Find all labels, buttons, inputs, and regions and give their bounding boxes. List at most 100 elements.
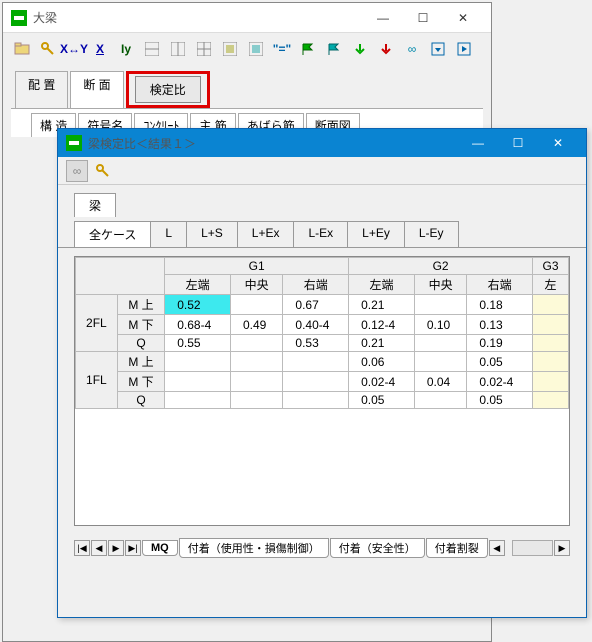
scroll-left-icon[interactable]: ◀ (489, 540, 505, 556)
cell[interactable]: 0.55 (165, 335, 231, 352)
iy-icon[interactable]: Iy (115, 38, 137, 60)
minimize-button[interactable]: — (363, 5, 403, 31)
cell[interactable]: 0.04 (414, 372, 466, 392)
cell[interactable] (533, 295, 569, 315)
close-button[interactable]: ✕ (443, 5, 483, 31)
results-table-container: G1 G2 G3 左端 中央 右端 左端 中央 右端 左 2FLM 上0.520… (74, 256, 570, 526)
cell[interactable]: 0.68-4 (165, 315, 231, 335)
tab-danmen[interactable]: 断 面 (70, 71, 123, 108)
sub-title-text: 梁検定比＜結果１＞ (88, 135, 458, 152)
cell[interactable] (165, 372, 231, 392)
maximize-button[interactable]: ☐ (403, 5, 443, 31)
cell[interactable] (283, 352, 349, 372)
sub-close-button[interactable]: ✕ (538, 130, 578, 156)
case-tab-ley[interactable]: L+Ey (347, 221, 405, 247)
x-icon[interactable]: X (89, 38, 111, 60)
cell[interactable] (533, 392, 569, 409)
sub-link-icon[interactable]: ∞ (66, 160, 88, 182)
nav-prev-icon[interactable]: ◀ (91, 540, 107, 556)
cell[interactable]: 0.21 (349, 295, 415, 315)
case-tab-l[interactable]: L (150, 221, 187, 247)
sub-minimize-button[interactable]: — (458, 130, 498, 156)
level1-tabs: 配 置 断 面 検定比 (3, 65, 491, 108)
btab-fuchaku3[interactable]: 付着割裂 (426, 538, 488, 558)
panel-down-icon[interactable] (427, 38, 449, 60)
cell[interactable]: 0.53 (283, 335, 349, 352)
case-tab-lex[interactable]: L+Ex (237, 221, 295, 247)
cell[interactable] (165, 392, 231, 409)
cell[interactable] (230, 352, 282, 372)
grid4-icon[interactable] (219, 38, 241, 60)
cell[interactable]: 0.13 (467, 315, 533, 335)
btab-mq[interactable]: MQ (142, 540, 178, 556)
flag-teal-icon[interactable] (323, 38, 345, 60)
tab-kenteihi[interactable]: 検定比 (135, 76, 201, 103)
table-row: 1FLM 上0.060.05 (76, 352, 569, 372)
cell[interactable] (230, 372, 282, 392)
link-icon[interactable]: ∞ (401, 38, 423, 60)
nav-next-icon[interactable]: ▶ (108, 540, 124, 556)
cell[interactable] (414, 335, 466, 352)
cell[interactable]: 0.05 (467, 392, 533, 409)
cell[interactable] (165, 352, 231, 372)
row-type-label: Q (117, 335, 165, 352)
cell[interactable] (533, 372, 569, 392)
cell[interactable]: 0.49 (230, 315, 282, 335)
cell[interactable] (533, 315, 569, 335)
cell[interactable] (230, 392, 282, 409)
table-row: Q0.55 0.530.21 0.19 (76, 335, 569, 352)
folder-icon[interactable] (11, 38, 33, 60)
cell[interactable] (533, 352, 569, 372)
case-tab-all[interactable]: 全ケース (74, 221, 151, 247)
cell[interactable] (414, 295, 466, 315)
cell[interactable]: 0.02-4 (349, 372, 415, 392)
cell[interactable] (283, 392, 349, 409)
cell[interactable]: 0.52 (165, 295, 231, 315)
cell[interactable] (230, 295, 282, 315)
panel-right-icon[interactable] (453, 38, 475, 60)
xy-arrow-icon[interactable]: X↔Y (63, 38, 85, 60)
cell[interactable]: 0.05 (467, 352, 533, 372)
sub-right2: 右端 (467, 275, 533, 295)
cell[interactable] (283, 372, 349, 392)
cell[interactable]: 0.05 (349, 392, 415, 409)
case-tab-ls[interactable]: L+S (186, 221, 238, 247)
cell[interactable]: 0.67 (283, 295, 349, 315)
tab-kenteihi-annotated: 検定比 (126, 71, 210, 108)
sub-window: 梁検定比＜結果１＞ — ☐ ✕ ∞ 梁 全ケース L L+S L+Ex L-Ex… (57, 128, 587, 618)
cell[interactable]: 0.12-4 (349, 315, 415, 335)
cell[interactable] (230, 335, 282, 352)
case-tab-l-ey[interactable]: L-Ey (404, 221, 459, 247)
cell[interactable]: 0.18 (467, 295, 533, 315)
equal-icon[interactable]: "=" (271, 38, 293, 60)
grid5-icon[interactable] (245, 38, 267, 60)
cell[interactable] (414, 352, 466, 372)
cell[interactable]: 0.19 (467, 335, 533, 352)
btab-fuchaku1[interactable]: 付着（使用性・損傷制御） (179, 538, 329, 558)
sub-key-icon[interactable] (92, 160, 114, 182)
cell[interactable]: 0.10 (414, 315, 466, 335)
cell[interactable] (533, 335, 569, 352)
tab-haichi[interactable]: 配 置 (15, 71, 68, 108)
sub-maximize-button[interactable]: ☐ (498, 130, 538, 156)
grid2-icon[interactable] (167, 38, 189, 60)
down-green-icon[interactable] (349, 38, 371, 60)
grid1-icon[interactable] (141, 38, 163, 60)
case-tab-l-ex[interactable]: L-Ex (293, 221, 348, 247)
grid3-icon[interactable] (193, 38, 215, 60)
cell[interactable]: 0.02-4 (467, 372, 533, 392)
nav-last-icon[interactable]: ▶| (125, 540, 141, 556)
tab-hari[interactable]: 梁 (74, 193, 116, 217)
h-scrollbar[interactable] (512, 540, 553, 556)
scroll-right-icon[interactable]: ▶ (554, 540, 570, 556)
row-type-label: M 上 (117, 352, 165, 372)
cell[interactable]: 0.40-4 (283, 315, 349, 335)
down-red-icon[interactable] (375, 38, 397, 60)
btab-fuchaku2[interactable]: 付着（安全性） (330, 538, 425, 558)
cell[interactable] (414, 392, 466, 409)
flag-green-icon[interactable] (297, 38, 319, 60)
nav-first-icon[interactable]: |◀ (74, 540, 90, 556)
key-icon[interactable] (37, 38, 59, 60)
cell[interactable]: 0.06 (349, 352, 415, 372)
cell[interactable]: 0.21 (349, 335, 415, 352)
